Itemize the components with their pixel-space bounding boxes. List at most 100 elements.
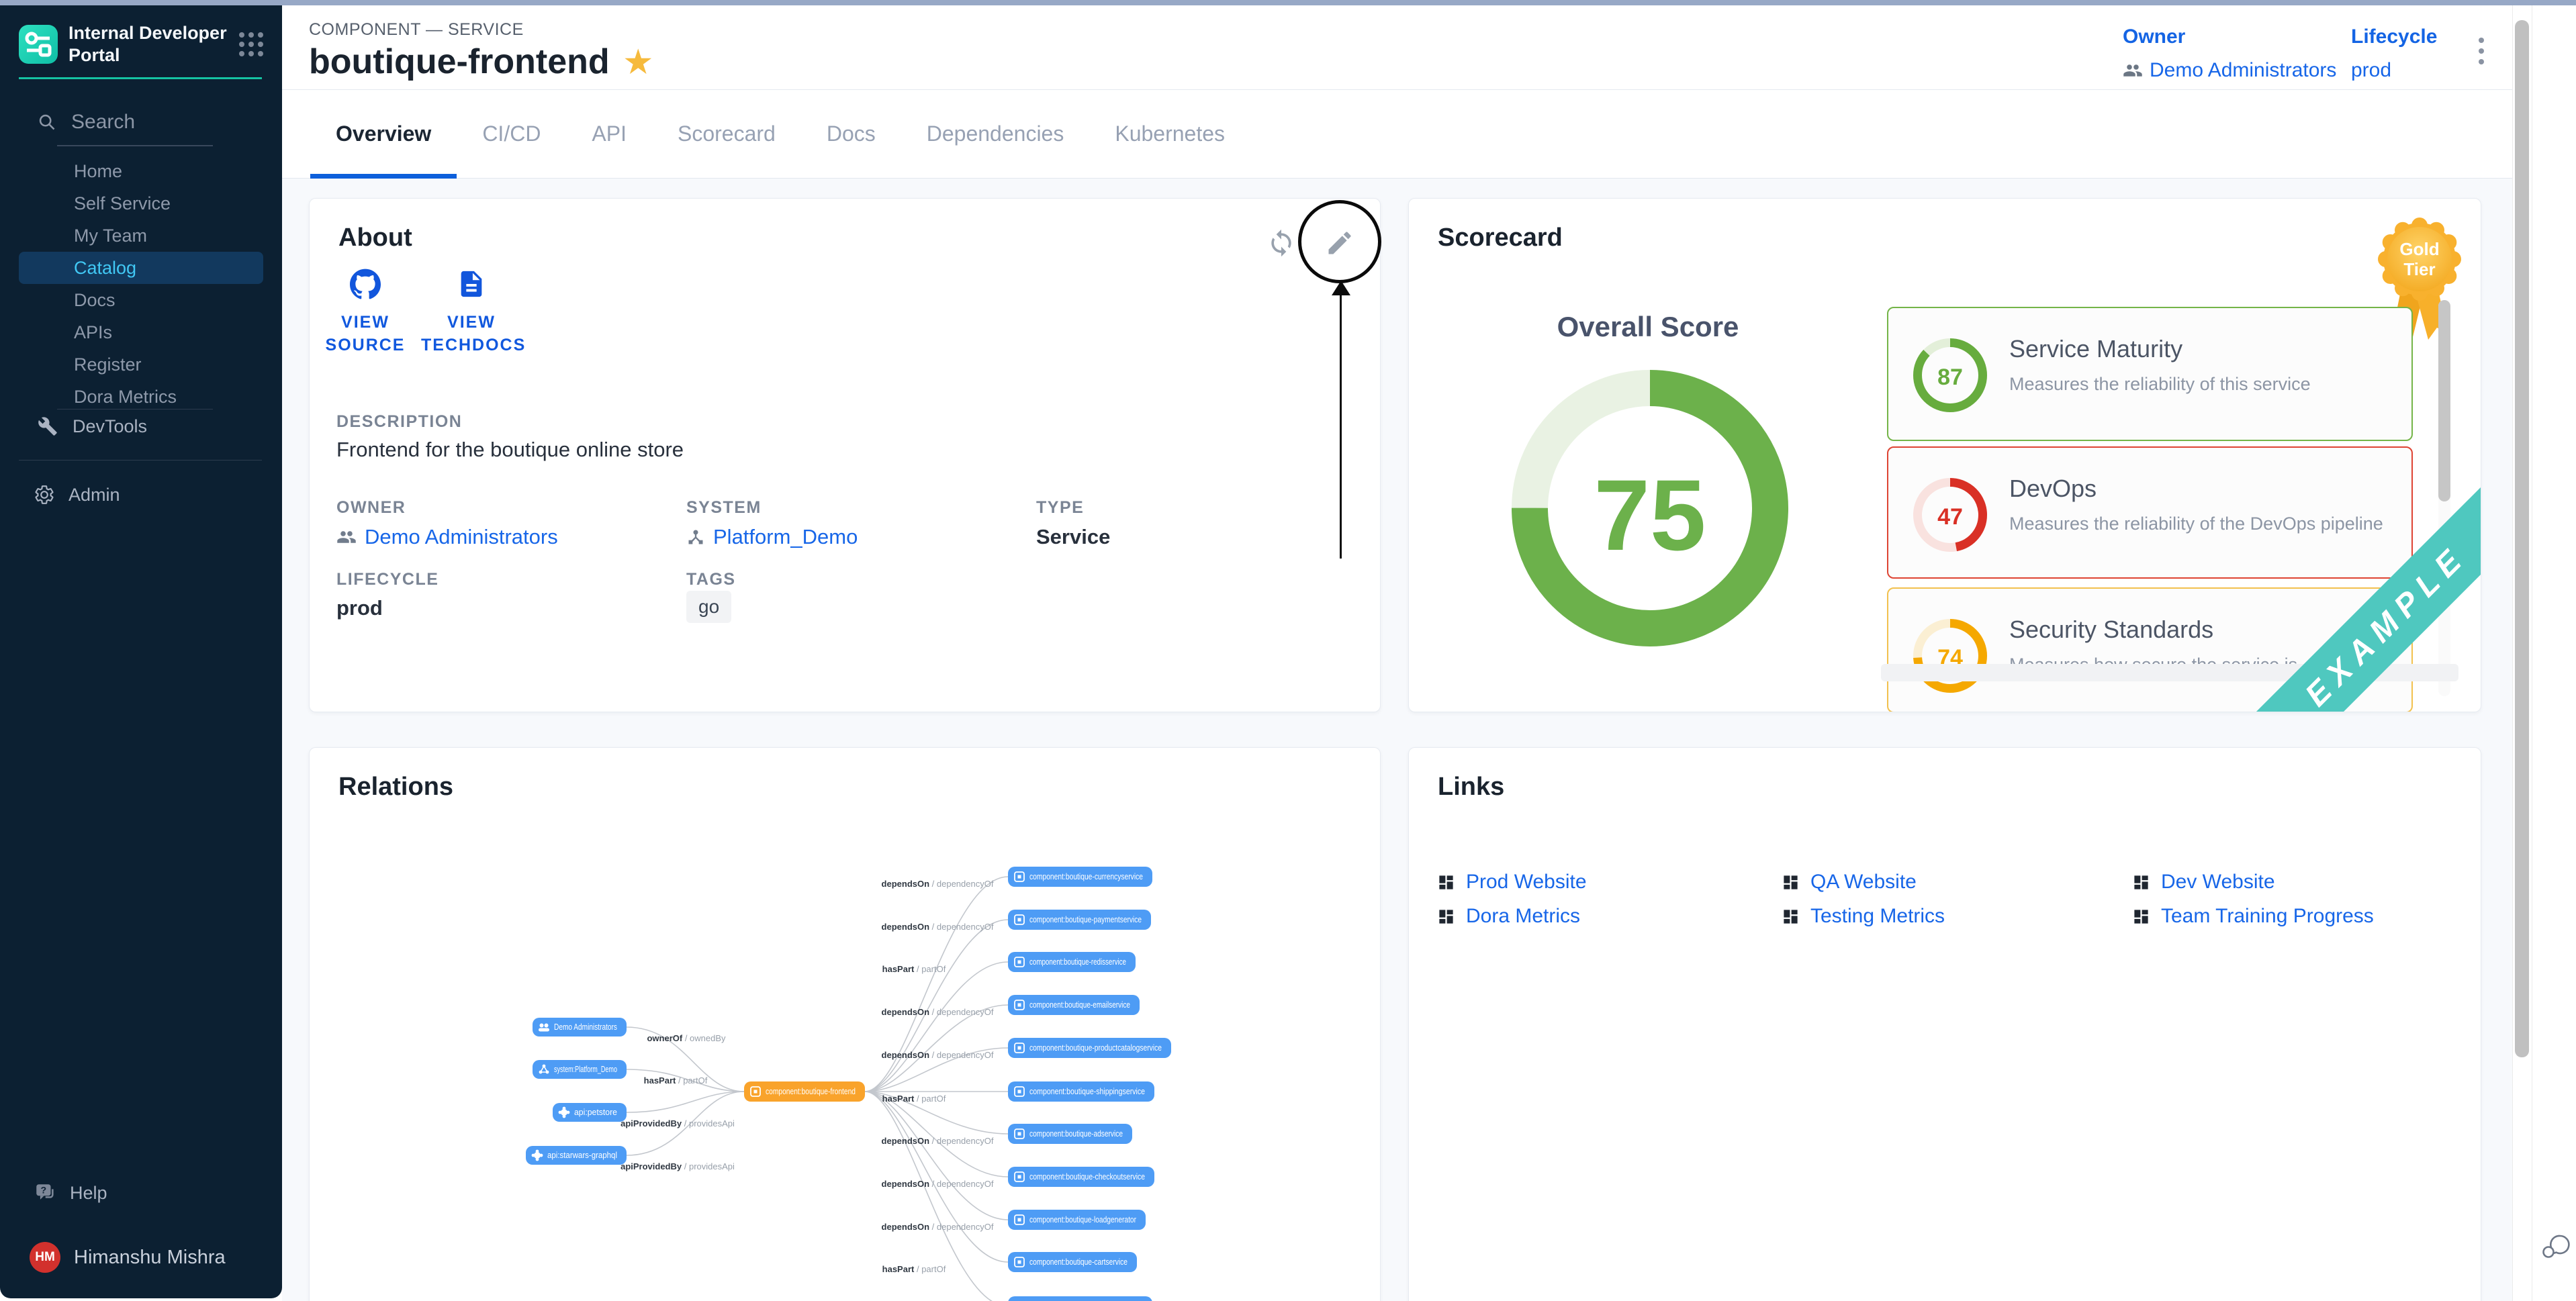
scorecard-item-devops[interactable]: 47DevOpsMeasures the reliability of the … [1887,446,2413,579]
dashboard-icon [1782,908,1800,926]
tab-scorecard[interactable]: Scorecard [652,90,801,178]
search-input[interactable]: Search [38,107,239,137]
owner-value: Demo Administrators [2150,59,2336,82]
link-dev-website[interactable]: Dev Website [2132,871,2275,894]
owner-field-label: OWNER [336,498,406,518]
svg-text:component:boutique-adservice: component:boutique-adservice [1029,1129,1123,1139]
tab-dependencies[interactable]: Dependencies [901,90,1090,178]
relation-node-component-boutique-emailservice[interactable]: component:boutique-emailservice [1008,995,1140,1015]
relation-node-component-boutique-productcatalogservice[interactable]: component:boutique-productcatalogservice [1008,1038,1171,1058]
relation-node-center-boutique-frontend[interactable]: component:boutique-frontend [744,1081,865,1102]
tags-field-value: go [686,591,731,623]
link-qa-website[interactable]: QA Website [1782,871,1917,894]
relation-node-component-boutique-redisservice[interactable]: component:boutique-redisservice [1008,952,1136,972]
system-field-link[interactable]: Platform_Demo [686,525,858,549]
sidebar-item-home[interactable]: Home [19,155,263,187]
svg-text:?: ? [41,1186,47,1196]
relation-node-component-boutique-loadgenerator[interactable]: component:boutique-loadgenerator [1008,1210,1146,1230]
link-label: QA Website [1810,871,1917,894]
link-label: Testing Metrics [1810,905,1945,928]
link-dora-metrics[interactable]: Dora Metrics [1437,905,1580,928]
scorecard-vertical-scrollbar[interactable] [2438,300,2450,696]
relation-node-component-boutique-cartservice[interactable]: component:boutique-cartservice [1008,1252,1137,1272]
sidebar-item-dora-metrics[interactable]: Dora Metrics [19,381,263,413]
sidebar-item-self-service[interactable]: Self Service [19,187,263,220]
svg-text:Gold: Gold [2399,239,2439,259]
sidebar-item-register[interactable]: Register [19,348,263,381]
chat-bubbles-icon[interactable] [2540,1230,2572,1262]
lifecycle-value: prod [2351,59,2391,82]
user-menu[interactable]: HM Himanshu Mishra [19,1239,263,1275]
owner-field-link[interactable]: Demo Administrators [336,525,558,549]
link-testing-metrics[interactable]: Testing Metrics [1782,905,1945,928]
scorecard-item-service-maturity[interactable]: 87Service MaturityMeasures the reliabili… [1887,307,2413,441]
sidebar-item-help[interactable]: ? Help [19,1177,263,1209]
search-underline [57,145,213,146]
right-gutter [2533,5,2576,1301]
lifecycle-field-value: prod [336,596,383,620]
tab-ci-cd[interactable]: CI/CD [457,90,566,178]
search-placeholder: Search [71,111,135,134]
sidebar-item-admin[interactable]: Admin [19,479,263,511]
relation-node-component-boutique-checkoutservice[interactable]: component:boutique-checkoutservice [1008,1167,1154,1187]
svg-text:component:boutique-frontend: component:boutique-frontend [766,1087,856,1096]
github-icon [350,269,381,299]
sidebar-item-my-team[interactable]: My Team [19,220,263,252]
tab-api[interactable]: API [566,90,652,178]
relations-graph[interactable]: Demo Administrators system:Platform_Demoa… [310,748,1381,1301]
app-title: Internal Developer Portal [68,22,239,66]
score-value: 87 [1937,365,1963,390]
relation-node-component-boutique-shippingservice[interactable]: component:boutique-shippingservice [1008,1081,1154,1102]
docs-icon [456,269,487,299]
relation-node-api-petstore[interactable]: api:petstore [553,1103,627,1122]
score-ring: 74 [1913,618,1988,697]
sidebar-item-label: Admin [68,485,120,505]
svg-text:Demo Administrators: Demo Administrators [554,1022,617,1032]
svg-text:component:boutique-currencyser: component:boutique-currencyservice [1029,872,1143,881]
description-label: DESCRIPTION [336,412,462,432]
svg-text:component:boutique-checkoutser: component:boutique-checkoutservice [1029,1172,1145,1182]
apps-grid-icon[interactable] [239,32,263,56]
relation-node-system-platform-demo[interactable]: system:Platform_Demo [533,1060,627,1079]
relation-edge-label: hasPart / partOf [644,1075,708,1086]
relation-node-component-boutique-adservice[interactable]: component:boutique-adservice [1008,1124,1132,1144]
relation-node-api-starwars-graphql[interactable]: api:starwars-graphql [526,1146,627,1165]
score-ring: 47 [1913,477,1988,556]
refresh-icon[interactable] [1267,228,1296,258]
sidebar-item-docs[interactable]: Docs [19,284,263,316]
tab-overview[interactable]: Overview [310,90,457,178]
view-techdocs-button[interactable]: VIEW TECHDOCS [421,269,522,356]
score-value: 47 [1937,504,1963,530]
entity-header: COMPONENT — SERVICE boutique-frontend ★ … [282,5,2512,90]
link-prod-website[interactable]: Prod Website [1437,871,1587,894]
favorite-star-icon[interactable]: ★ [625,46,652,77]
relation-node-component-boutique-currencyservice[interactable]: component:boutique-currencyservice [1008,867,1152,887]
page-scrollbar-thumb[interactable] [2515,20,2529,1057]
tag-chip[interactable]: go [686,591,731,623]
sidebar: Internal Developer Portal Search HomeSel… [0,5,282,1298]
more-options-kebab-icon[interactable] [2468,34,2495,74]
tab-kubernetes[interactable]: Kubernetes [1089,90,1250,178]
group-icon [2123,60,2143,81]
sidebar-item-catalog[interactable]: Catalog [19,252,263,284]
link-team-training-progress[interactable]: Team Training Progress [2132,905,2374,928]
owner-label: Owner [2123,26,2336,48]
relation-node-right-10[interactable] [1008,1296,1152,1301]
dashboard-icon [2132,873,2150,892]
owner-link[interactable]: Demo Administrators [2123,59,2336,82]
relation-edge-label: ownerOf / ownedBy [647,1033,726,1043]
main-area: COMPONENT — SERVICE boutique-frontend ★ … [282,5,2512,1301]
view-source-button[interactable]: VIEW SOURCE [315,269,416,356]
scorecard-title: Scorecard [1438,224,1563,252]
sidebar-item-apis[interactable]: APIs [19,316,263,348]
breadcrumb: COMPONENT — SERVICE [309,20,524,40]
user-name: Himanshu Mishra [74,1247,226,1269]
tab-docs[interactable]: Docs [801,90,901,178]
search-icon [38,113,56,132]
relation-node-component-boutique-paymentservice[interactable]: component:boutique-paymentservice [1008,910,1151,930]
overall-score-label: Overall Score [1409,311,1887,343]
score-item-name: DevOps [2009,475,2097,503]
sidebar-item-devtools[interactable]: DevTools [19,410,263,442]
link-label: Dev Website [2161,871,2275,894]
relation-node-demo-administrators[interactable]: Demo Administrators [533,1018,627,1037]
